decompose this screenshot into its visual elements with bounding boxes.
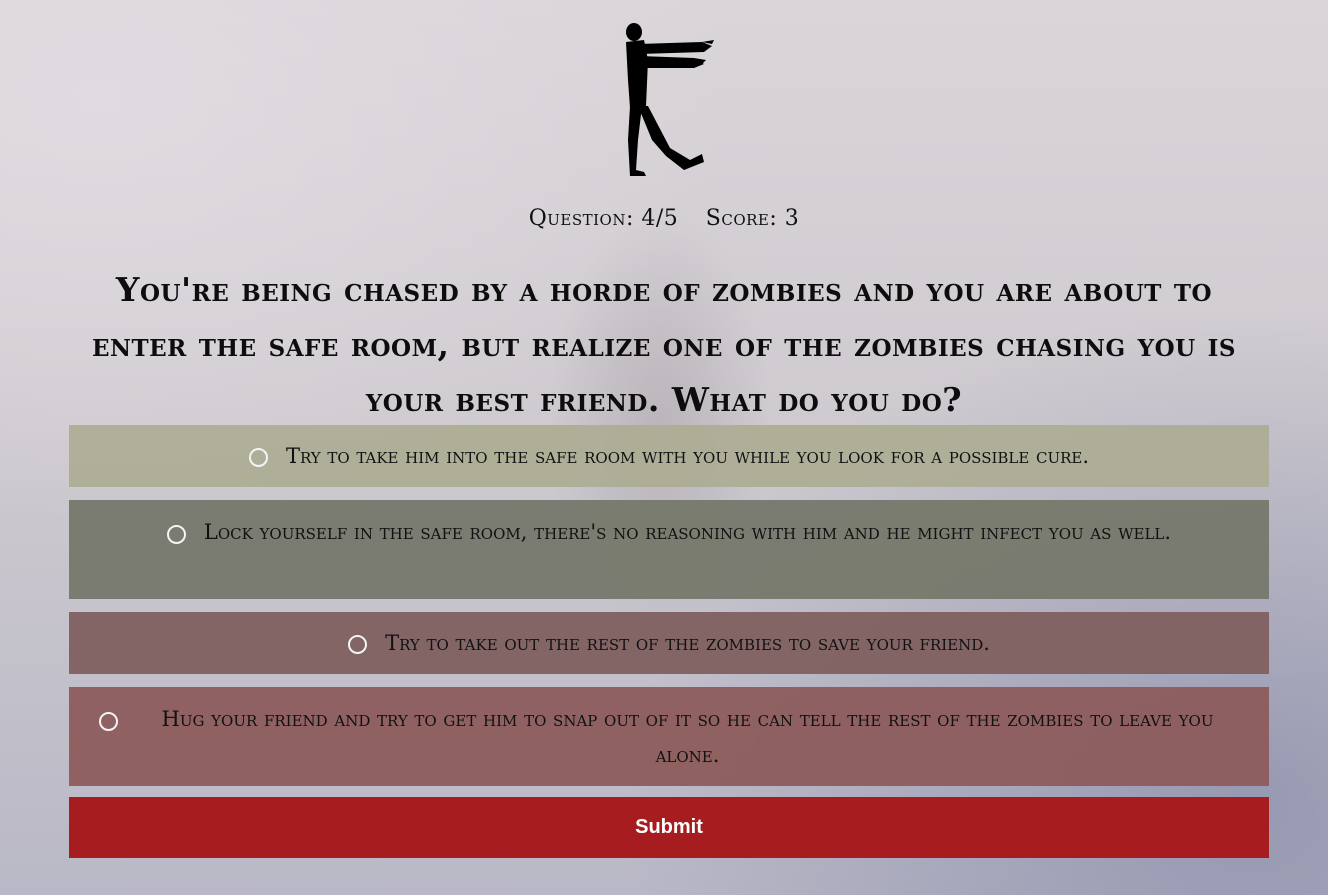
question-counter: Question: 4/5 xyxy=(528,206,679,231)
radio-button-icon[interactable] xyxy=(248,448,268,467)
answer-option-label: Try to take him into the safe room with … xyxy=(285,444,1090,468)
answer-option-4[interactable]: Hug your friend and try to get him to sn… xyxy=(69,687,1269,786)
answer-options: Try to take him into the safe room with … xyxy=(69,425,1269,799)
zombie-silhouette-icon xyxy=(626,23,714,176)
answer-option-2[interactable]: Lock yourself in the safe room, there's … xyxy=(69,500,1269,599)
score-counter: Score: 3 xyxy=(705,206,800,231)
radio-button-icon[interactable] xyxy=(99,712,118,731)
answer-option-label: Lock yourself in the safe room, there's … xyxy=(203,520,1172,544)
quiz-stats: Question: 4/5 Score: 3 xyxy=(0,206,1328,231)
answer-option-label: Hug your friend and try to get him to sn… xyxy=(161,707,1214,767)
submit-button[interactable]: Submit xyxy=(69,797,1269,858)
answer-option-label: Try to take out the rest of the zombies … xyxy=(385,631,990,655)
question-text: You're being chased by a horde of zombie… xyxy=(91,270,1237,419)
answer-option-1[interactable]: Try to take him into the safe room with … xyxy=(69,425,1269,487)
radio-button-icon[interactable] xyxy=(166,525,186,544)
radio-button-icon[interactable] xyxy=(348,635,368,654)
answer-option-3[interactable]: Try to take out the rest of the zombies … xyxy=(69,612,1269,674)
